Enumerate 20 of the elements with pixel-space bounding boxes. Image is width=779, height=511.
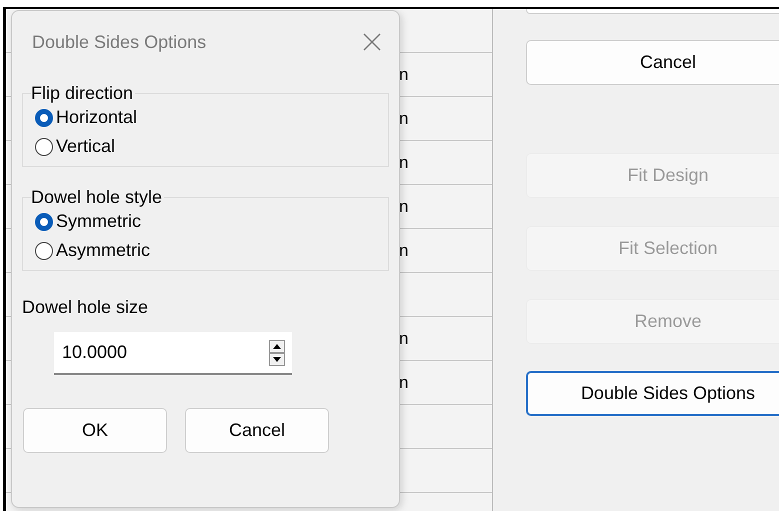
side-button[interactable]: Double Sides Options bbox=[526, 371, 779, 416]
radio-option[interactable]: Vertical bbox=[35, 133, 388, 160]
table-cell-text: n bbox=[399, 64, 408, 84]
dialog-title: Double Sides Options bbox=[32, 32, 206, 52]
table-cell-text: n bbox=[399, 152, 408, 172]
table-cell-text: n bbox=[399, 240, 408, 260]
dialog-button[interactable]: Cancel bbox=[185, 408, 329, 453]
side-button[interactable]: Cancel bbox=[526, 40, 779, 85]
table-cell-text: n bbox=[399, 372, 408, 392]
table-cell-text: n bbox=[399, 328, 408, 348]
radio-option[interactable]: Symmetric bbox=[35, 208, 388, 235]
number-field[interactable]: 10.0000 bbox=[54, 332, 292, 375]
field-label: Dowel hole size bbox=[22, 297, 150, 318]
spinner-arrows-icon[interactable] bbox=[269, 340, 285, 366]
radio-option[interactable]: Horizontal bbox=[35, 104, 388, 131]
dialog-button[interactable]: OK bbox=[23, 408, 167, 453]
table-cell-text: n bbox=[399, 108, 408, 128]
table-cell-text: n bbox=[399, 196, 408, 216]
close-icon[interactable] bbox=[363, 33, 381, 51]
radio-option[interactable]: Asymmetric bbox=[35, 237, 388, 264]
